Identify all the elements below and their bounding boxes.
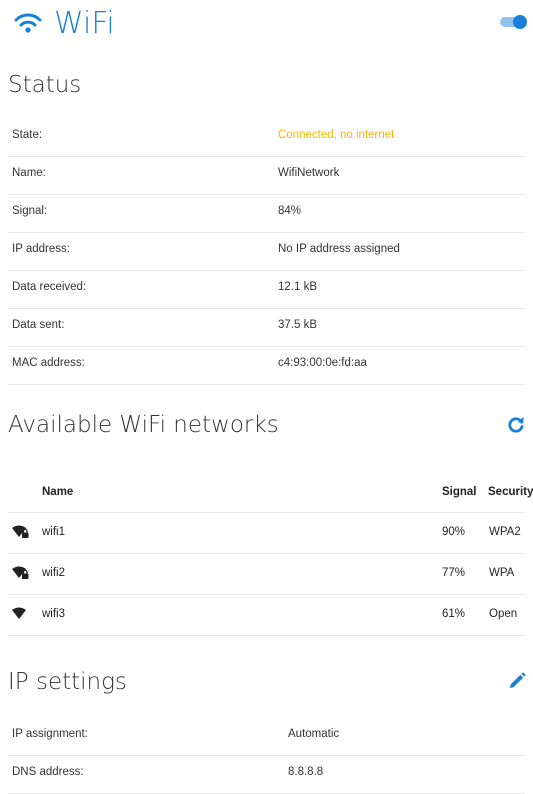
network-security: Open xyxy=(489,608,518,620)
network-row-wifi2[interactable]: wifi2 77% WPA xyxy=(8,554,525,595)
row-value: 8.8.8.8 xyxy=(288,766,324,778)
row-label: Data received: xyxy=(12,281,87,293)
status-row-state: State: Connected, no internet xyxy=(8,118,525,157)
toggle-knob xyxy=(513,15,527,29)
column-name: Name xyxy=(42,486,74,498)
networks-table-header: Name Signal Security xyxy=(8,480,533,513)
row-label: Data sent: xyxy=(12,319,65,331)
wifi-toggle[interactable] xyxy=(500,15,527,29)
column-security: Security xyxy=(488,486,533,498)
wifi-locked-icon xyxy=(12,525,29,538)
network-security: WPA xyxy=(489,567,515,579)
network-row-wifi3[interactable]: wifi3 61% Open xyxy=(8,595,525,636)
network-signal: 61% xyxy=(442,608,466,620)
network-name: wifi3 xyxy=(42,608,66,620)
row-label: Name: xyxy=(12,167,46,179)
row-value: c4:93:00:0e:fd:aa xyxy=(278,357,367,369)
wifi-icon xyxy=(14,13,42,33)
status-row-ip: IP address: No IP address assigned xyxy=(8,232,525,271)
row-label: IP assignment: xyxy=(12,728,88,740)
network-security: WPA2 xyxy=(489,526,521,538)
edit-icon[interactable] xyxy=(508,672,526,690)
status-title: Status xyxy=(8,72,82,98)
network-name: wifi2 xyxy=(42,567,66,579)
row-value: WifiNetwork xyxy=(278,167,340,179)
status-row-sent: Data sent: 37.5 kB xyxy=(8,308,525,347)
network-row-wifi1[interactable]: wifi1 90% WPA2 xyxy=(8,513,525,554)
network-signal: 77% xyxy=(442,567,466,579)
ip-row-dns: DNS address: 8.8.8.8 xyxy=(8,755,525,794)
page-title: WiFi xyxy=(54,6,115,41)
row-value: No IP address assigned xyxy=(278,243,400,255)
row-label: Signal: xyxy=(12,205,48,217)
row-value: 12.1 kB xyxy=(278,281,317,293)
status-row-name: Name: WifiNetwork xyxy=(8,156,525,195)
refresh-icon[interactable] xyxy=(507,416,525,434)
status-row-received: Data received: 12.1 kB xyxy=(8,270,525,309)
wifi-locked-icon xyxy=(12,566,29,579)
row-value: 37.5 kB xyxy=(278,319,317,331)
row-label: DNS address: xyxy=(12,766,84,778)
state-value: Connected, no internet xyxy=(278,129,395,141)
networks-title: Available WiFi networks xyxy=(8,412,279,438)
row-label: IP address: xyxy=(12,243,70,255)
status-row-mac: MAC address: c4:93:00:0e:fd:aa xyxy=(8,346,525,385)
ip-settings-title: IP settings xyxy=(8,669,127,695)
network-signal: 90% xyxy=(442,526,466,538)
header: WiFi xyxy=(0,0,533,48)
wifi-icon xyxy=(12,607,26,619)
row-label: MAC address: xyxy=(12,357,85,369)
network-name: wifi1 xyxy=(42,526,66,538)
row-label: State: xyxy=(12,129,43,141)
status-row-signal: Signal: 84% xyxy=(8,194,525,233)
row-value: Automatic xyxy=(288,728,340,740)
column-signal: Signal xyxy=(442,486,477,498)
ip-row-assignment: IP assignment: Automatic xyxy=(8,717,525,756)
row-value: 84% xyxy=(278,205,302,217)
